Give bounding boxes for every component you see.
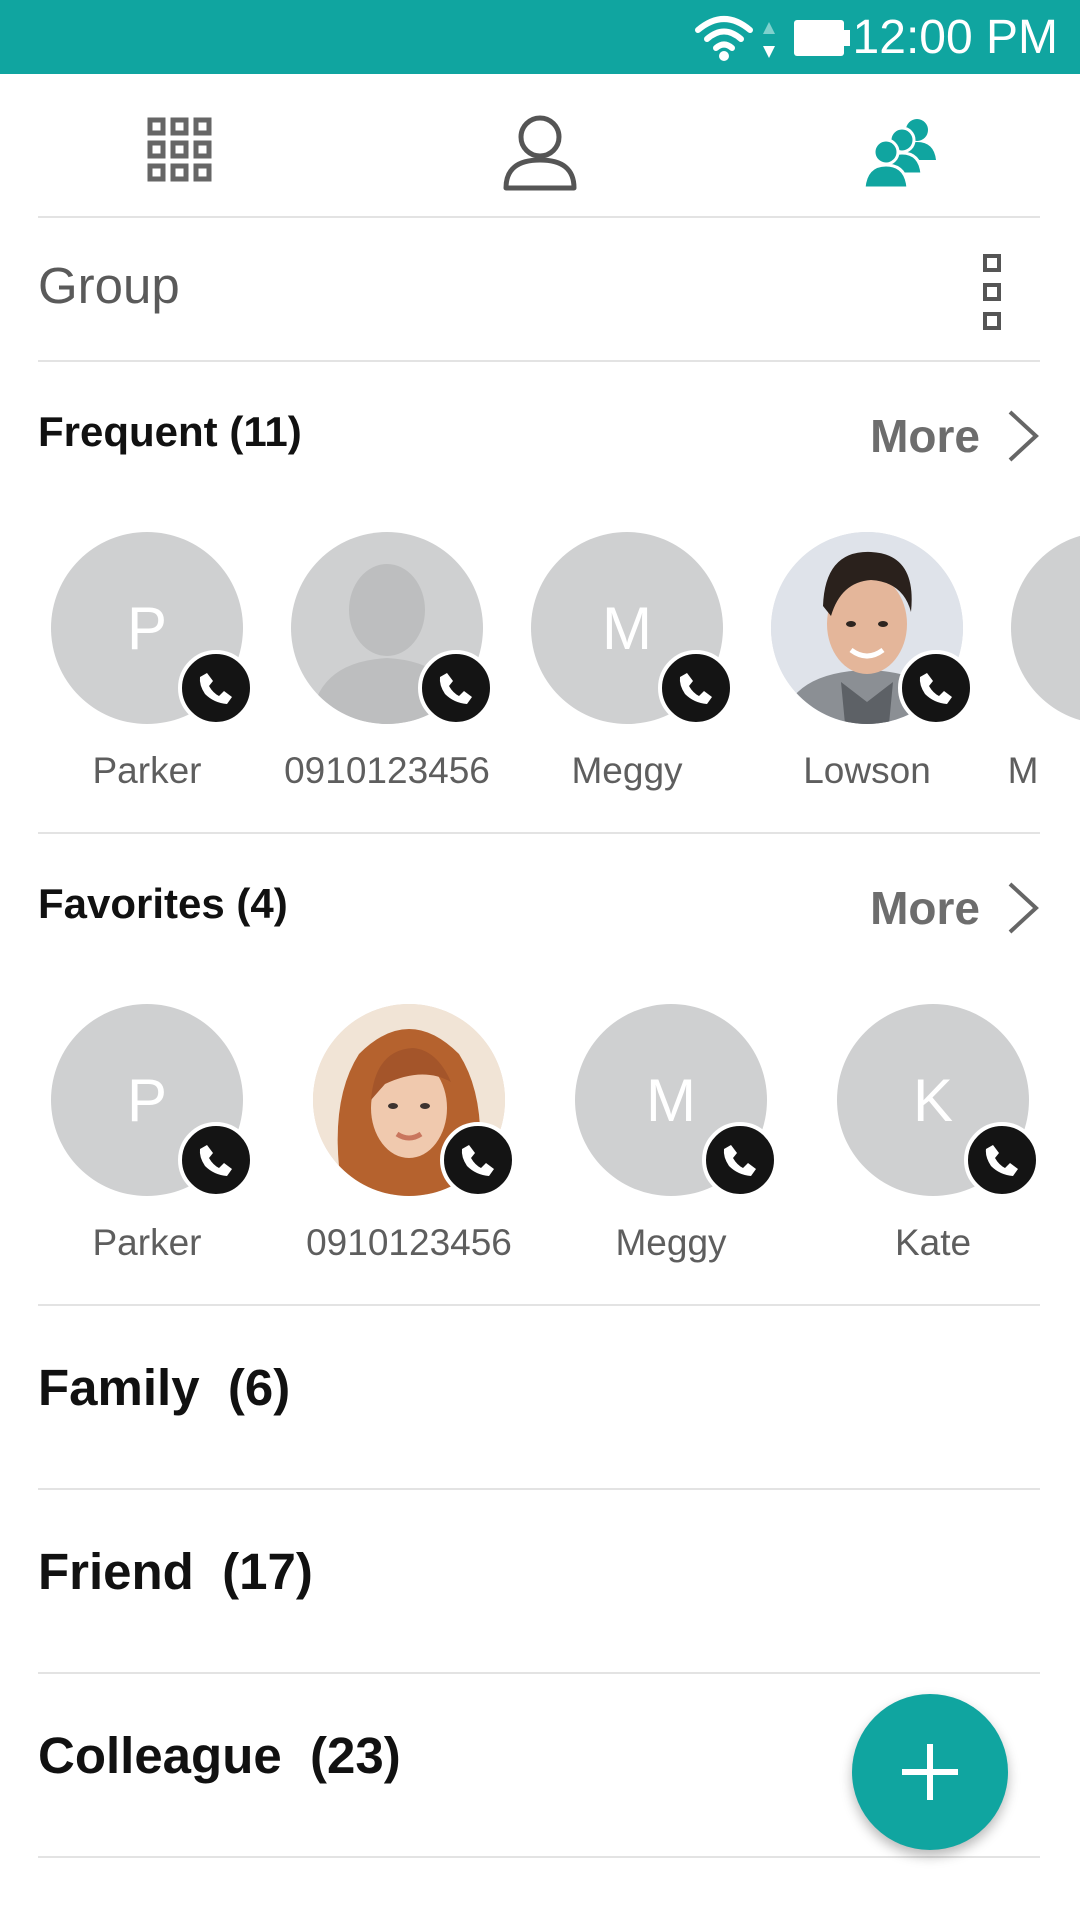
divider bbox=[38, 360, 1040, 362]
add-group-button[interactable] bbox=[852, 1694, 1008, 1850]
phone-icon bbox=[439, 673, 472, 704]
divider bbox=[38, 1856, 1040, 1858]
group-header: Group bbox=[38, 218, 1040, 360]
frequent-title: Frequent (11) bbox=[38, 408, 302, 455]
frequent-contact-lowson[interactable]: Lowson bbox=[730, 532, 974, 792]
tab-dial-grid[interactable] bbox=[140, 112, 220, 192]
call-badge[interactable] bbox=[178, 1122, 254, 1198]
call-badge[interactable] bbox=[658, 650, 734, 726]
contact-name: 0910123456 bbox=[306, 1222, 512, 1263]
more-label: More bbox=[870, 410, 980, 462]
call-badge[interactable] bbox=[418, 650, 494, 726]
call-badge[interactable] bbox=[178, 650, 254, 726]
call-badge[interactable] bbox=[440, 1122, 516, 1198]
contact-name: Meggy bbox=[615, 1222, 727, 1263]
phone-icon bbox=[461, 1145, 494, 1176]
tab-groups[interactable] bbox=[862, 112, 942, 192]
phone-icon bbox=[679, 673, 712, 704]
group-row-family[interactable]: Family (6) bbox=[38, 1306, 1040, 1488]
tab-bar bbox=[0, 74, 1080, 218]
favorites-more-link[interactable]: More bbox=[870, 880, 1040, 936]
frequent-contact-parker[interactable]: P Parker bbox=[10, 532, 254, 792]
battery-icon bbox=[794, 20, 850, 56]
page-title: Group bbox=[38, 257, 180, 314]
group-row-label: Friend (17) bbox=[38, 1543, 313, 1600]
data-activity-icon bbox=[763, 22, 775, 58]
person-icon bbox=[503, 115, 577, 191]
group-icon bbox=[862, 119, 936, 190]
contact-name: Kate bbox=[894, 1222, 972, 1263]
status-time: 12:00 PM bbox=[852, 11, 1058, 64]
phone-icon bbox=[199, 1145, 232, 1176]
phone-icon bbox=[919, 673, 952, 704]
avatar bbox=[1011, 532, 1080, 724]
contact-name: M bbox=[1007, 750, 1039, 791]
call-badge[interactable] bbox=[898, 650, 974, 726]
phone-icon bbox=[985, 1145, 1018, 1176]
divider bbox=[38, 832, 1040, 834]
frequent-contact-meggy[interactable]: M Meggy bbox=[490, 532, 734, 792]
overflow-menu-icon[interactable] bbox=[982, 252, 1004, 332]
frequent-contact-partial[interactable]: M bbox=[970, 532, 1080, 792]
wifi-icon bbox=[695, 16, 753, 61]
phone-icon bbox=[199, 673, 232, 704]
favorite-contact-parker[interactable]: P Parker bbox=[10, 1004, 254, 1264]
favorite-contact-kate[interactable]: K Kate bbox=[796, 1004, 1040, 1264]
favorite-contact-number[interactable]: 0910123456 bbox=[272, 1004, 516, 1264]
more-label: More bbox=[870, 882, 980, 934]
tab-contacts[interactable] bbox=[500, 112, 580, 192]
status-bar: 12:00 PM bbox=[0, 0, 1080, 74]
group-row-label: Family (6) bbox=[38, 1359, 291, 1416]
contact-name: Parker bbox=[92, 1222, 202, 1263]
phone-icon bbox=[723, 1145, 756, 1176]
frequent-contact-number[interactable]: 0910123456 bbox=[250, 532, 494, 792]
chevron-right-icon bbox=[1008, 410, 1039, 462]
group-row-label: Colleague (23) bbox=[38, 1727, 401, 1784]
grid-icon bbox=[147, 117, 212, 182]
plus-icon bbox=[902, 1744, 958, 1800]
favorite-contact-meggy[interactable]: M Meggy bbox=[534, 1004, 778, 1264]
group-row-friend[interactable]: Friend (17) bbox=[38, 1490, 1040, 1672]
frequent-more-link[interactable]: More bbox=[870, 408, 1040, 464]
contact-name: Lowson bbox=[803, 750, 931, 791]
call-badge[interactable] bbox=[702, 1122, 778, 1198]
chevron-right-icon bbox=[1008, 882, 1039, 934]
favorites-title: Favorites (4) bbox=[38, 880, 288, 927]
call-badge[interactable] bbox=[964, 1122, 1040, 1198]
